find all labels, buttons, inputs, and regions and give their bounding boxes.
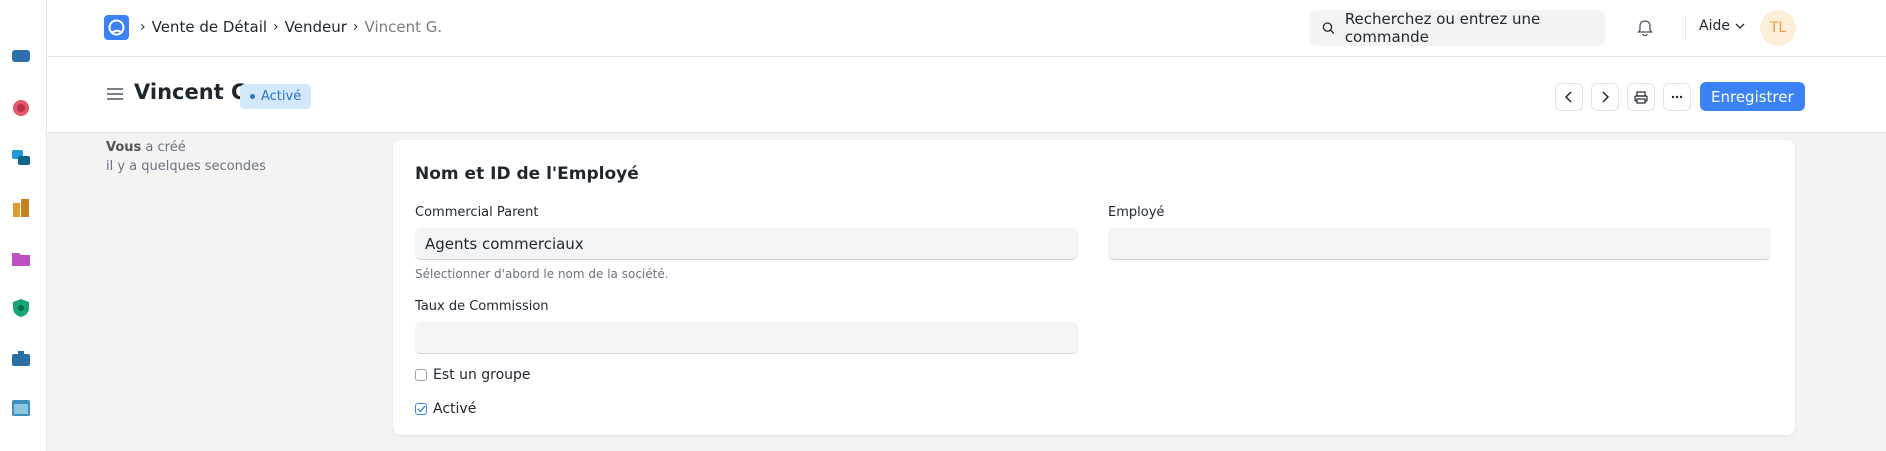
briefcase-icon[interactable] [10,347,32,369]
window-icon[interactable] [10,397,32,419]
chevron-right-icon: › [273,19,279,35]
buildings-icon[interactable] [10,197,32,219]
save-button[interactable]: Enregistrer [1700,82,1805,111]
status-dot [250,94,255,99]
is-group-label: Est un groupe [433,367,531,383]
help-label: Aide [1699,18,1730,34]
navbar-divider [1685,16,1686,40]
activity-actor: Vous [106,140,142,155]
printer-icon [1634,90,1648,104]
menu-icon[interactable] [106,87,124,101]
check-icon [417,405,426,413]
help-dropdown[interactable]: Aide [1699,18,1745,34]
search-placeholder: Recherchez ou entrez une commande [1344,10,1541,46]
avatar[interactable]: TL [1760,10,1796,46]
section-title: Nom et ID de l'Employé [415,164,639,184]
chevron-down-icon [1735,23,1745,29]
is-group-checkbox[interactable] [415,369,427,381]
search-bar[interactable]: Recherchez ou entrez une commande [1309,10,1605,46]
print-button[interactable] [1627,83,1655,111]
activity-action: a créé [141,140,186,155]
chevron-right-icon: › [140,19,146,35]
breadcrumb-item-sales-person[interactable]: Vendeur [285,18,347,36]
activity-entry: Vous a créé [106,138,266,157]
activity-time: il y a quelques secondes [106,159,266,174]
chevron-left-icon [1565,91,1572,103]
enabled-label: Activé [433,401,477,417]
commission-rate-label: Taux de Commission [415,299,549,314]
status-badge: Activé [240,84,312,109]
folder-icon[interactable] [10,247,32,269]
commission-rate-input[interactable] [415,322,1078,354]
next-button[interactable] [1591,83,1619,111]
employee-label: Employé [1108,205,1165,220]
form-card: Nom et ID de l'Employé Commercial Parent… [393,140,1795,435]
ellipsis-icon [1671,95,1683,99]
chevron-right-icon [1602,91,1609,103]
commercial-parent-help: Sélectionner d'abord le nom de la sociét… [415,267,669,281]
crm-icon[interactable] [10,97,32,119]
chevron-right-icon: › [352,19,359,35]
app-logo-icon[interactable] [104,15,129,40]
more-button[interactable] [1663,83,1691,111]
search-icon [1322,22,1335,34]
chat-icon[interactable] [10,147,32,169]
employee-input[interactable] [1108,228,1771,260]
commercial-parent-input[interactable]: Agents commerciaux [415,228,1078,260]
top-navbar: › Vente de Détail › Vendeur › Vincent G.… [47,0,1886,57]
enabled-checkbox[interactable] [415,403,427,415]
shield-icon[interactable] [10,297,32,319]
breadcrumb-item-current: Vincent G. [364,18,443,36]
page-header: Vincent G. Activé Enregistrer [47,57,1886,133]
module-icon-1[interactable] [10,48,32,70]
commercial-parent-label: Commercial Parent [415,205,539,220]
previous-button[interactable] [1555,83,1583,111]
status-label: Activé [261,89,302,104]
bell-icon[interactable] [1636,19,1654,37]
app-sidebar [0,0,47,451]
breadcrumb-item-retail[interactable]: Vente de Détail [152,18,267,36]
breadcrumb: › Vente de Détail › Vendeur › Vincent G. [140,18,442,36]
page-title: Vincent G. [134,80,257,104]
enabled-checkbox-row[interactable]: Activé [415,401,476,417]
is-group-checkbox-row[interactable]: Est un groupe [415,367,531,383]
activity-log: Vous a créé il y a quelques secondes [106,138,266,176]
